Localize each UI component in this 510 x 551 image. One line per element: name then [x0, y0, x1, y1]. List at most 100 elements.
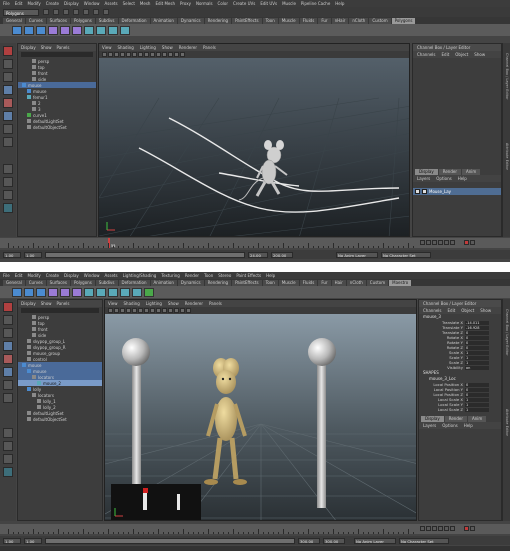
menu-normals[interactable]: Normals [196, 1, 213, 6]
isolate-icon[interactable] [180, 308, 185, 313]
menu-edit-uvs[interactable]: Edit UVs [260, 1, 277, 6]
camera-attr-icon[interactable] [108, 52, 113, 57]
viewport-menu-shading[interactable]: Shading [118, 45, 134, 50]
shelf-tab-maestro[interactable]: Maestro [389, 279, 412, 286]
layer-tab-display[interactable]: Display [415, 168, 438, 175]
shelf-tool-icon[interactable] [48, 287, 58, 297]
menu-texturing[interactable]: Texturing [161, 273, 179, 278]
outliner-search-input[interactable] [21, 308, 99, 313]
wireframe-icon[interactable] [150, 308, 155, 313]
shelf-tool-icon[interactable] [12, 287, 22, 297]
channel-menu-show[interactable]: Show [480, 308, 491, 313]
shelf-tool-icon[interactable] [24, 287, 34, 297]
outliner-menu-display[interactable]: Display [21, 45, 36, 50]
render-icon[interactable] [103, 9, 109, 15]
menu-help[interactable]: Help [335, 1, 344, 6]
perspective-viewport[interactable]: View Shading Lighting Show Renderer Panels [104, 299, 417, 521]
go-to-end-icon[interactable] [450, 240, 455, 245]
shelf-tab-rendering[interactable]: Rendering [204, 279, 232, 286]
xray-icon[interactable] [180, 52, 185, 57]
smooth-shade-icon[interactable] [156, 308, 161, 313]
resolution-gate-icon[interactable] [144, 308, 149, 313]
attribute-value-field[interactable]: -14.011 [465, 320, 489, 325]
last-tool-icon[interactable] [3, 393, 13, 403]
menu-select[interactable]: Select [123, 1, 135, 6]
move-tool-icon[interactable] [3, 341, 13, 351]
character-set-select[interactable]: No Character Set [399, 537, 449, 544]
shelf-tool-icon[interactable] [132, 287, 142, 297]
viewport-menu-show[interactable]: Show [162, 45, 173, 50]
anim-start-field[interactable]: 1.00 [3, 537, 21, 544]
attribute-value-field[interactable]: 0 [465, 392, 489, 397]
bookmark-icon[interactable] [114, 52, 119, 57]
textured-icon[interactable] [162, 308, 167, 313]
layer-menu-options[interactable]: Options [442, 423, 457, 428]
shelf-tab-ncloth[interactable]: nCloth [349, 17, 369, 24]
camera-icon[interactable] [108, 308, 113, 313]
menu-edit[interactable]: Edit [15, 273, 23, 278]
viewport-menu-view[interactable]: View [102, 45, 112, 50]
shelf-tab-nhair[interactable]: nHair [331, 17, 349, 24]
channel-menu-channels[interactable]: Channels [423, 308, 442, 313]
viewport-menu-lighting[interactable]: Lighting [140, 45, 156, 50]
menu-create-uvs[interactable]: Create UVs [233, 1, 255, 6]
shelf-tab-animation[interactable]: Animation [150, 17, 177, 24]
shelf-tool-icon[interactable] [72, 25, 82, 35]
image-plane-icon[interactable] [120, 52, 125, 57]
layer-menu-help[interactable]: Help [464, 423, 473, 428]
shelf-tool-icon[interactable] [60, 287, 70, 297]
shelf-tab-subdivs[interactable]: Subdivs [95, 17, 118, 24]
attribute-value-field[interactable]: 1 [465, 402, 489, 407]
anim-end-field[interactable]: 300.00 [323, 537, 345, 544]
shelf-tab-fur[interactable]: Fur [318, 279, 331, 286]
side-tab-attribute-editor[interactable]: Attribute Editor [505, 143, 509, 170]
menu-help[interactable]: Help [266, 273, 275, 278]
shelf-tab-deformation[interactable]: Deformation [118, 279, 150, 286]
channel-menu-channels[interactable]: Channels [417, 52, 436, 57]
shelf-tab-custom[interactable]: Custom [369, 17, 391, 24]
menu-set-select[interactable]: Polygons [3, 8, 39, 16]
layer-tab-render[interactable]: Render [438, 168, 461, 175]
open-scene-icon[interactable] [53, 9, 59, 15]
lights-icon[interactable] [162, 52, 167, 57]
shelf-tool-icon[interactable] [96, 287, 106, 297]
attribute-name[interactable]: Local Scale Z [419, 407, 465, 412]
film-gate-icon[interactable] [138, 308, 143, 313]
menu-pipeline-cache[interactable]: Pipeline Cache [301, 1, 330, 6]
menu-lighting-shading[interactable]: Lighting/Shading [123, 273, 157, 278]
menu-modify[interactable]: Modify [27, 1, 40, 6]
layer-menu-options[interactable]: Options [436, 176, 451, 181]
range-slider-bar[interactable] [45, 251, 245, 258]
menu-paint-effects[interactable]: Paint Effects [236, 273, 261, 278]
layout-single-icon[interactable] [3, 428, 13, 438]
attribute-value-field[interactable]: 1 [465, 355, 489, 360]
shelf-tab-general[interactable]: General [3, 17, 25, 24]
attribute-value-field[interactable]: 1 [465, 360, 489, 365]
channel-menu-show[interactable]: Show [474, 52, 485, 57]
channel-menu-object[interactable]: Object [461, 308, 474, 313]
shelf-tab-painteffects[interactable]: PaintEffects [232, 279, 262, 286]
menu-render[interactable]: Render [185, 273, 199, 278]
attribute-value-field[interactable]: on [465, 365, 489, 370]
viewport-menu-panels[interactable]: Panels [209, 301, 222, 306]
attribute-value-field[interactable]: 0 [465, 345, 489, 350]
shelf-tab-polygons[interactable]: Polygons [391, 17, 416, 24]
resolution-gate-icon[interactable] [138, 52, 143, 57]
shelf-tab-curves[interactable]: Curves [25, 279, 46, 286]
manipulator-icon[interactable] [3, 380, 13, 390]
layout-side-icon[interactable] [3, 454, 13, 464]
menu-color[interactable]: Color [218, 1, 228, 6]
manipulator-icon[interactable] [3, 124, 13, 134]
step-forward-icon[interactable] [444, 526, 449, 531]
shelf-tab-ncloth[interactable]: nCloth [346, 279, 366, 286]
shelf-tab-polygons[interactable]: Polygons [70, 17, 95, 24]
layer-tab-render[interactable]: Render [444, 415, 467, 422]
shelf-tab-hair[interactable]: Hair [331, 279, 346, 286]
range-end-field[interactable]: 300.00 [298, 537, 320, 544]
layout-four-icon[interactable] [3, 441, 13, 451]
layer-menu-help[interactable]: Help [458, 176, 467, 181]
attribute-value-field[interactable]: 0 [465, 382, 489, 387]
menu-muscle[interactable]: Muscle [282, 1, 296, 6]
menu-modify[interactable]: Modify [27, 273, 40, 278]
smooth-shade-icon[interactable] [150, 52, 155, 57]
